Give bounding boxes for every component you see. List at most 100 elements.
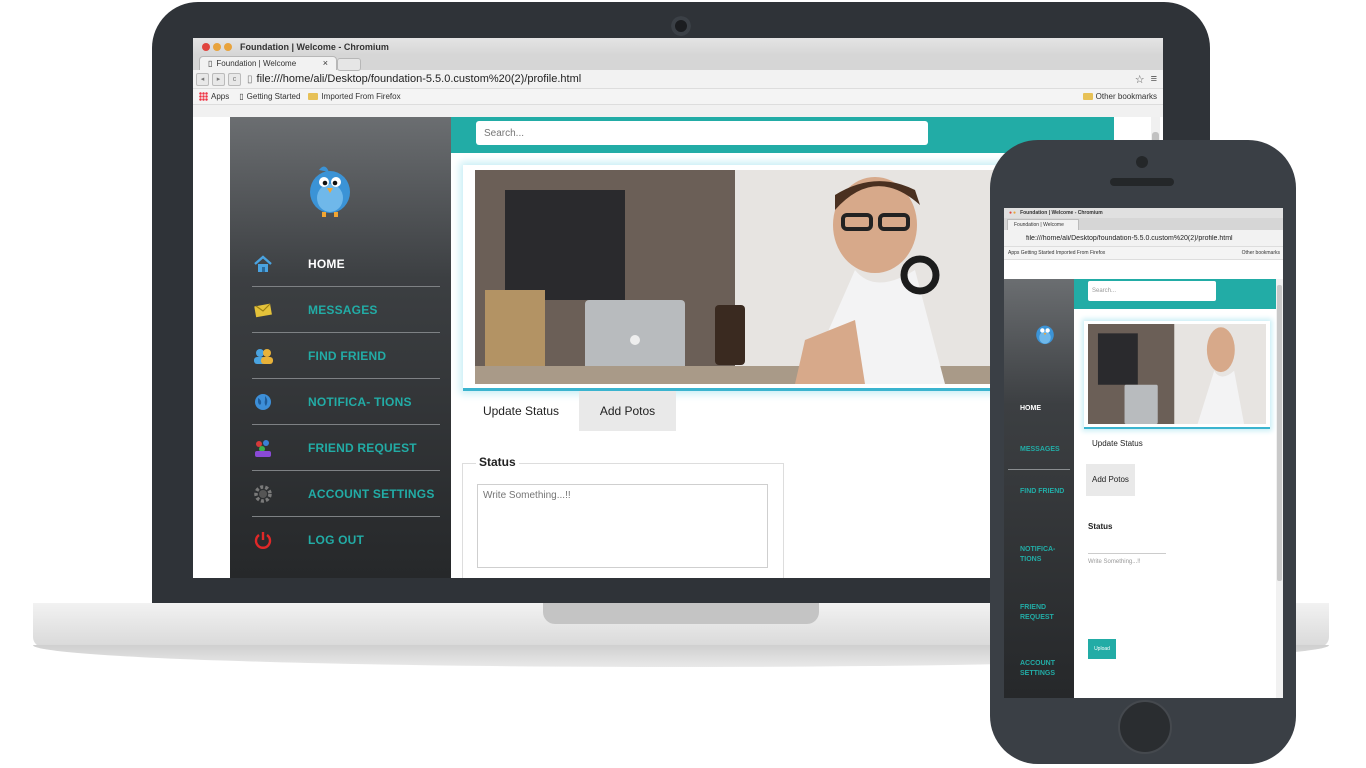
phone-upload-button[interactable]: Upload — [1088, 639, 1116, 659]
phone-other-bookmarks[interactable]: Other bookmarks — [1242, 250, 1280, 256]
phone-speaker — [1110, 178, 1174, 186]
phone-nav-messages[interactable]: MESSAGES — [1020, 445, 1072, 455]
phone-nav-notifications[interactable]: NOTIFICA- TIONS — [1020, 545, 1072, 565]
tab-add-photos[interactable]: Add Potos — [579, 391, 676, 431]
cover-photo-image — [475, 170, 1011, 384]
window-title: Foundation | Welcome - Chromium — [240, 41, 389, 52]
page-icon: ▯ — [208, 59, 213, 68]
apps-icon — [199, 92, 208, 101]
sidebar: HOME MESSAGES FIND FRIEND NOTIFICA- TION… — [230, 117, 451, 578]
bookmark-label: Imported From Firefox — [321, 92, 401, 101]
url-text: file:///home/ali/Desktop/foundation-5.5.… — [256, 73, 582, 85]
address-bar: ◂ ▸ c ▯ file:///home/ali/Desktop/foundati… — [193, 70, 1163, 89]
new-tab-button[interactable] — [337, 58, 361, 71]
phone-web-page: HOME MESSAGES FIND FRIEND NOTIFICA- TION… — [1004, 279, 1283, 698]
phone-window-title: Foundation | Welcome - Chromium — [1020, 210, 1103, 216]
close-window-icon[interactable]: ● — [1009, 210, 1012, 216]
tab-update-status[interactable]: Update Status — [463, 391, 579, 431]
forward-icon[interactable]: ▸ — [212, 72, 225, 86]
laptop-notch — [543, 603, 819, 624]
sidebar-item-log-out[interactable]: LOG OUT — [252, 517, 440, 562]
phone-tab-add-photos[interactable]: Add Potos — [1086, 464, 1135, 496]
phone-nav-friend-request[interactable]: FRIEND REQUEST — [1020, 603, 1072, 623]
twitter-bird-logo — [310, 166, 350, 217]
phone-tab-update-status[interactable]: Update Status — [1092, 439, 1143, 448]
bookmarks-bar: Apps ▯ Getting Started Imported From Fire… — [193, 89, 1163, 105]
phone-status-textarea[interactable]: Write Something...!! — [1088, 559, 1141, 565]
phone-window-titlebar: ● ● Foundation | Welcome - Chromium — [1004, 208, 1283, 218]
divider — [1088, 553, 1166, 554]
phone-search-input[interactable]: Search... — [1088, 281, 1216, 301]
sidebar-item-label: HOME — [308, 256, 345, 271]
browser-tab[interactable]: ▯ Foundation | Welcome × — [199, 56, 337, 70]
sidebar-item-label: MESSAGES — [308, 302, 378, 317]
phone-browser-tab[interactable]: Foundation | Welcome — [1007, 219, 1079, 230]
bookmark-imported[interactable]: Imported From Firefox — [308, 92, 401, 101]
star-icon[interactable]: ☆ — [1135, 73, 1145, 86]
phone-url-text: file:///home/ali/Desktop/foundation-5.5.… — [1026, 234, 1233, 242]
phone-cover-photo-image — [1088, 324, 1266, 424]
other-bookmarks-label: Other bookmarks — [1095, 92, 1157, 101]
folder-icon — [308, 93, 319, 100]
phone-home-button — [1118, 700, 1172, 754]
reload-icon[interactable]: c — [228, 72, 241, 86]
sidebar-item-label: ACCOUNT SETTINGS — [308, 486, 435, 501]
phone-cover-photo — [1084, 321, 1270, 429]
bookmark-label: Apps — [211, 92, 230, 101]
page-icon: ▯ — [247, 74, 253, 85]
phone-nav-find-friend[interactable]: FIND FRIEND — [1020, 487, 1072, 497]
phone-nav-account-settings[interactable]: ACCOUNT SETTINGS — [1020, 659, 1072, 679]
phone-nav-home[interactable]: HOME — [1020, 404, 1072, 414]
sidebar-item-label: FIND FRIEND — [308, 348, 387, 363]
globe-icon — [252, 391, 274, 413]
phone-url-field[interactable]: file:///home/ali/Desktop/foundation-5.5.… — [1004, 230, 1283, 247]
folder-icon — [1082, 93, 1093, 100]
sidebar-item-friend-request[interactable]: FRIEND REQUEST — [252, 425, 440, 470]
sidebar-item-label: FRIEND REQUEST — [308, 440, 417, 455]
sidebar-item-label: NOTIFICA- TIONS — [308, 394, 412, 409]
close-tab-icon[interactable]: × — [323, 58, 328, 68]
phone-tab-strip: Foundation | Welcome — [1004, 218, 1283, 230]
find-friend-icon — [252, 345, 274, 367]
browser-tab-title: Foundation | Welcome — [216, 59, 297, 68]
back-icon[interactable]: ◂ — [196, 72, 209, 86]
status-legend: Status — [476, 455, 519, 469]
twitter-bird-logo — [1036, 325, 1054, 345]
tab-strip: ▯ Foundation | Welcome × — [193, 55, 1163, 71]
home-icon — [252, 253, 274, 275]
messages-icon — [252, 299, 274, 321]
gear-icon — [252, 483, 274, 505]
divider — [1008, 469, 1070, 470]
minimize-window-icon[interactable] — [213, 42, 221, 51]
sidebar-item-messages[interactable]: MESSAGES — [252, 287, 440, 332]
laptop-camera — [671, 16, 691, 36]
minimize-window-icon[interactable]: ● — [1013, 210, 1016, 216]
phone-bookmarks[interactable]: Apps Getting Started Imported From Firef… — [1008, 250, 1105, 256]
close-window-icon[interactable] — [202, 42, 210, 51]
cover-photo — [463, 165, 1023, 391]
bookmark-getting-started[interactable]: ▯ Getting Started — [239, 92, 300, 101]
phone-screen: ● ● Foundation | Welcome - Chromium Foun… — [1004, 208, 1283, 698]
friend-request-icon — [252, 437, 274, 459]
phone-scroll-thumb[interactable] — [1277, 285, 1282, 581]
sidebar-item-notifications[interactable]: NOTIFICA- TIONS — [252, 379, 440, 424]
maximize-window-icon[interactable] — [224, 42, 232, 51]
search-input[interactable] — [476, 121, 928, 145]
url-field[interactable]: ▯ file:///home/ali/Desktop/foundation-5.5… — [247, 73, 1135, 85]
phone-scrollbar[interactable] — [1276, 279, 1283, 698]
page-icon: ▯ — [239, 92, 244, 101]
status-textarea[interactable] — [477, 484, 768, 568]
phone-sidebar: HOME MESSAGES FIND FRIEND NOTIFICA- TION… — [1004, 279, 1074, 698]
phone-status-legend: Status — [1088, 522, 1113, 531]
bookmark-label: Getting Started — [246, 92, 301, 101]
sidebar-item-account-settings[interactable]: ACCOUNT SETTINGS — [252, 471, 440, 516]
sidebar-item-label: LOG OUT — [308, 532, 365, 547]
menu-icon[interactable]: ≡ — [1151, 73, 1157, 85]
phone-bookmarks-bar: Apps Getting Started Imported From Firef… — [1004, 247, 1283, 260]
other-bookmarks[interactable]: Other bookmarks — [1082, 92, 1157, 101]
phone-camera — [1136, 156, 1148, 168]
sidebar-item-home[interactable]: HOME — [252, 241, 440, 286]
window-titlebar: Foundation | Welcome - Chromium — [193, 38, 1163, 55]
sidebar-item-find-friend[interactable]: FIND FRIEND — [252, 333, 440, 378]
bookmark-apps[interactable]: Apps — [199, 92, 229, 101]
